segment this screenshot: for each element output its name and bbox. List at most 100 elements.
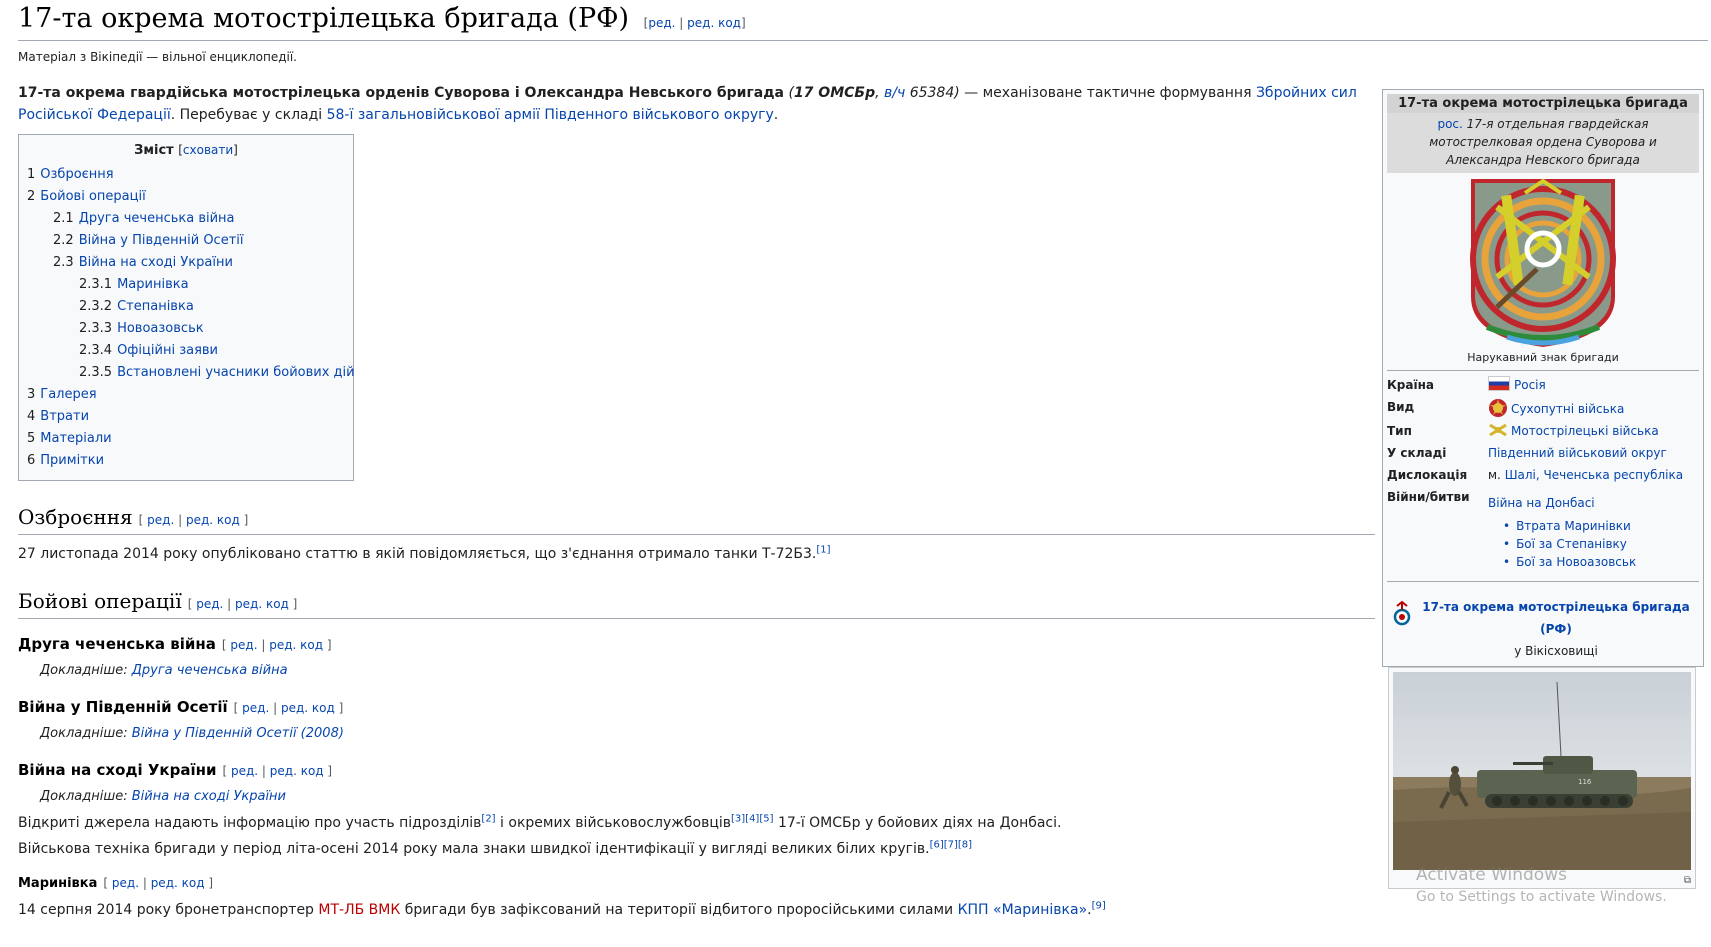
edit-link[interactable]: ред. [196, 597, 223, 611]
toc-item[interactable]: 3 Галерея [27, 384, 345, 406]
table-of-contents: Зміст [сховати] 1 Озброєння 2 Бойові операц… [18, 134, 355, 481]
toc-item-link[interactable]: Встановлені учасники бойових дій [117, 365, 355, 380]
toc-item-number: 2.3 [53, 255, 74, 270]
infobox-lang-link[interactable]: рос. [1437, 117, 1462, 131]
battle-link[interactable]: Бої за Степанівку [1516, 537, 1627, 551]
toc-item[interactable]: 5 Матеріали [27, 428, 345, 450]
intro-paragraph: 17-та окрема гвардійська мотострілецька … [18, 82, 1375, 126]
edit-link[interactable]: ред. [230, 638, 257, 652]
armament-paragraph: 27 листопада 2014 року опубліковано стат… [18, 543, 1375, 565]
toc-item-link[interactable]: Друга чеченська війна [79, 211, 235, 226]
toc-item-link[interactable]: Офіційні заяви [117, 343, 218, 358]
brigade-emblem-icon[interactable] [1467, 177, 1619, 349]
toc-item[interactable]: 6 Примітки [27, 450, 345, 472]
toc-item[interactable]: 1 Озброєння [27, 164, 345, 186]
edit-link[interactable]: ред. [147, 513, 174, 527]
hatnote-ossetia: Докладніше: Війна у Південній Осетії (20… [18, 723, 1375, 745]
toc-item[interactable]: 2.2 Війна у Південній Осетії [27, 230, 345, 252]
toc-item-number: 1 [27, 167, 36, 182]
toc-item-link[interactable]: Новоазовськ [117, 321, 204, 336]
edit-code-link[interactable]: ред. код [281, 701, 335, 715]
toc-item-link[interactable]: Озброєння [40, 167, 113, 182]
toc-item[interactable]: 2 Бойові операції [27, 186, 345, 208]
intro-text3: . [773, 107, 779, 123]
toc-item[interactable]: 2.3.2 Степанівка [27, 296, 345, 318]
toc-item[interactable]: 2.3.4 Офіційні заяви [27, 340, 345, 362]
hatnote-link[interactable]: Друга чеченська війна [132, 663, 288, 678]
ground-forces-emblem-icon [1489, 399, 1507, 417]
link-southern-district-infobox[interactable]: Південний військовий округ [1488, 446, 1667, 460]
title-edit-code-link[interactable]: ред. код [687, 16, 741, 30]
edit-link[interactable]: ред. [112, 876, 139, 890]
link-shali[interactable]: Шалі, Чеченська республіка [1505, 468, 1683, 482]
red-link-mtlb[interactable]: МТ-ЛБ ВМК [318, 902, 400, 918]
battle-link[interactable]: Втрата Маринівки [1516, 519, 1631, 533]
link-motor-rifle[interactable]: Мотострілецькі війська [1511, 424, 1659, 438]
intro-paren: ( [784, 85, 794, 101]
toc-list: 1 Озброєння 2 Бойові операції 2.1 Друга чечен… [27, 164, 355, 472]
toc-item-link[interactable]: Бойові операції [40, 189, 145, 204]
loc-prefix: м. [1488, 468, 1505, 482]
marinivka-paragraph: 14 серпня 2014 року бронетранспортер МТ-… [18, 899, 1375, 921]
edit-link[interactable]: ред. [231, 764, 258, 778]
hatnote-link[interactable]: Війна на сході України [132, 789, 286, 804]
intro-unit-link[interactable]: в/ч [884, 85, 905, 101]
edit-code-link[interactable]: ред. код [235, 597, 289, 611]
toc-item-link[interactable]: Галерея [40, 387, 96, 402]
toc-item[interactable]: 2.1 Друга чеченська війна [27, 208, 345, 230]
toc-item[interactable]: 2.3.5 Встановлені учасники бойових дій [27, 362, 355, 384]
infobox-row-type: Тип Мотострілецькі війська [1387, 421, 1699, 441]
toc-item-link[interactable]: Втрати [40, 409, 89, 424]
toc-item[interactable]: 2.3 Війна на сході України [27, 252, 345, 274]
toc-toggle-link[interactable]: сховати [183, 143, 233, 157]
toc-item-number: 2.3.3 [79, 321, 113, 336]
page-title-text: 17-та окрема мотострілецька бригада (РФ) [18, 3, 630, 34]
toc-item-link[interactable]: Маринівка [117, 277, 188, 292]
commons-box: 17-та окрема мотострілецька бригада (РФ)… [1387, 596, 1699, 662]
link-southern-district[interactable]: Південного військового округу [544, 107, 773, 123]
ref-link[interactable]: [1] [816, 544, 830, 555]
title-edit-links: [ред. | ред. код] [643, 16, 746, 30]
marinivka-t1: 14 серпня 2014 року бронетранспортер [18, 902, 319, 918]
toc-item-link[interactable]: Війна на сході України [79, 255, 233, 270]
site-tagline: Матеріал з Вікіпедії — вільної енциклопе… [18, 50, 297, 64]
commons-link[interactable]: 17-та окрема мотострілецька бригада (РФ) [1422, 600, 1690, 636]
link-ground-forces[interactable]: Сухопутні війська [1511, 402, 1624, 416]
toc-item-number: 2 [27, 189, 36, 204]
edit-code-link[interactable]: ред. код [270, 764, 324, 778]
toc-item-link[interactable]: Війна у Південній Осетії [79, 233, 244, 248]
row-key: У складі [1387, 446, 1447, 460]
toc-item[interactable]: 4 Втрати [27, 406, 345, 428]
vehicle-photo: 116 [1393, 672, 1691, 870]
link-russia[interactable]: Росія [1514, 378, 1546, 392]
edit-code-link[interactable]: ред. код [186, 513, 240, 527]
hatnote-link[interactable]: Війна у Південній Осетії (2008) [132, 726, 344, 741]
edit-code-link[interactable]: ред. код [269, 638, 323, 652]
toc-item-link[interactable]: Примітки [40, 453, 104, 468]
title-edit-link[interactable]: ред. [648, 16, 675, 30]
ref-link[interactable]: [9] [1092, 900, 1106, 911]
toc-item[interactable]: 2.3.1 Маринівка [27, 274, 345, 296]
page-title: 17-та окрема мотострілецька бригада (РФ)… [18, 0, 1708, 41]
toc-item[interactable]: 2.3.3 Новоазовськ [27, 318, 345, 340]
thumbnail-image[interactable]: 116 ⧉ [1388, 667, 1696, 889]
toc-item-number: 2.3.1 [79, 277, 113, 292]
ukraine-p1c: 17-ї ОМСБр у бойових діях на Донбасі. [773, 815, 1062, 831]
toc-item-link[interactable]: Степанівка [117, 299, 194, 314]
enlarge-icon[interactable]: ⧉ [1684, 875, 1691, 886]
russia-flag-icon [1488, 376, 1510, 391]
subsection-marinivka-title: Маринівка [18, 876, 98, 891]
subsection-ossetia-heading: Війна у Південній Осетії[ ред. | ред. ко… [18, 698, 344, 716]
link-58-army[interactable]: 58-ї загальновійськової армії [327, 107, 540, 123]
edit-link[interactable]: ред. [242, 701, 269, 715]
hatnote-prefix: Докладніше: [40, 663, 132, 678]
ref-link[interactable]: [6][7][8] [930, 839, 973, 850]
edit-code-link[interactable]: ред. код [151, 876, 205, 890]
link-kpp-marinivka[interactable]: КПП «Маринівка» [958, 902, 1088, 918]
ref-link[interactable]: [3][4][5] [731, 813, 774, 824]
battle-link[interactable]: Бої за Новоазовськ [1516, 555, 1636, 569]
ref-link[interactable]: [2] [481, 813, 495, 824]
toc-item-link[interactable]: Матеріали [40, 431, 111, 446]
infobox-divider [1387, 581, 1699, 582]
link-donbas-war[interactable]: Війна на Донбасі [1488, 496, 1595, 510]
